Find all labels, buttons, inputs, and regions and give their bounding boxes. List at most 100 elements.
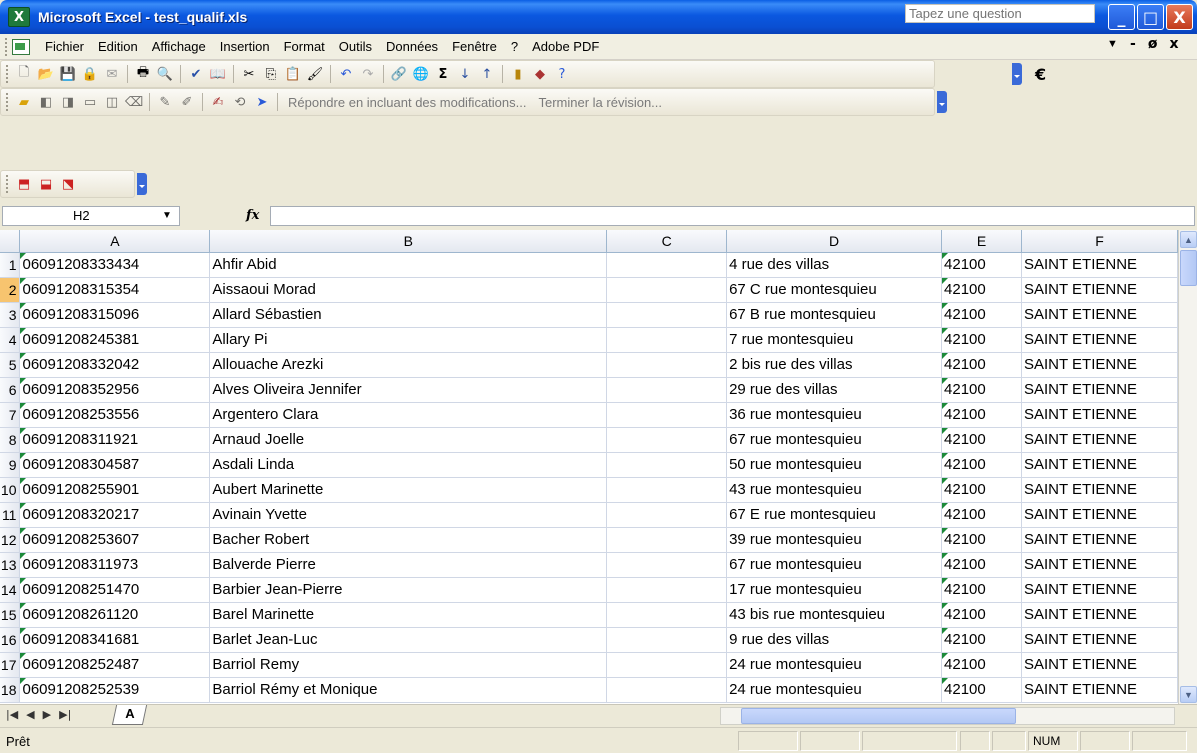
cell-f[interactable]: SAINT ETIENNE — [1021, 627, 1178, 653]
cell-c[interactable] — [606, 627, 728, 653]
cell-c[interactable] — [606, 352, 728, 378]
delete-ink-icon[interactable]: ✐ — [179, 94, 195, 110]
next-comment-icon[interactable]: ◨ — [60, 94, 76, 110]
doc-restore-button[interactable]: ø — [1148, 36, 1158, 52]
cell-b[interactable]: Allard Sébastien — [209, 302, 608, 328]
menu-insertion[interactable]: Insertion — [213, 39, 277, 54]
row-header[interactable]: 10 — [0, 477, 21, 503]
cell-f[interactable]: SAINT ETIENNE — [1021, 502, 1178, 528]
cell-c[interactable] — [606, 477, 728, 503]
cell-e[interactable]: 42100 — [941, 677, 1022, 703]
cell-d[interactable]: 43 rue montesquieu — [726, 477, 943, 503]
cell-d[interactable]: 2 bis rue des villas — [726, 352, 943, 378]
cell-a[interactable]: 06091208320217 — [19, 502, 211, 528]
row-header[interactable]: 17 — [0, 652, 21, 678]
cell-e[interactable]: 42100 — [941, 427, 1022, 453]
column-header-e[interactable]: E — [941, 230, 1022, 253]
track-changes-icon[interactable]: ✍ — [210, 94, 226, 110]
cell-b[interactable]: Barbier Jean-Pierre — [209, 577, 608, 603]
menu-edition[interactable]: Edition — [91, 39, 145, 54]
close-button[interactable]: X — [1166, 4, 1193, 30]
pdf-email-icon[interactable]: ⬓ — [38, 176, 54, 192]
euro-icon[interactable]: € — [1035, 65, 1046, 84]
cell-b[interactable]: Barriol Remy — [209, 652, 608, 678]
sheet-tab-a[interactable]: A — [111, 705, 148, 725]
cell-f[interactable]: SAINT ETIENNE — [1021, 252, 1178, 278]
cell-e[interactable]: 42100 — [941, 602, 1022, 628]
open-icon[interactable]: 📂 — [38, 66, 54, 82]
copy-icon[interactable]: ⎘ — [263, 66, 279, 82]
toolbar-options-button[interactable] — [1012, 63, 1022, 85]
cell-e[interactable]: 42100 — [941, 477, 1022, 503]
row-header[interactable]: 9 — [0, 452, 21, 478]
cell-b[interactable]: Ahfir Abid — [209, 252, 608, 278]
hyperlink-icon[interactable]: 🔗 — [391, 66, 407, 82]
cell-b[interactable]: Barlet Jean-Luc — [209, 627, 608, 653]
cell-c[interactable] — [606, 602, 728, 628]
cell-b[interactable]: Argentero Clara — [209, 402, 608, 428]
cell-f[interactable]: SAINT ETIENNE — [1021, 277, 1178, 303]
cell-f[interactable]: SAINT ETIENNE — [1021, 527, 1178, 553]
cell-b[interactable]: Balverde Pierre — [209, 552, 608, 578]
drawing-icon[interactable]: ◆ — [532, 66, 548, 82]
cell-f[interactable]: SAINT ETIENNE — [1021, 477, 1178, 503]
cell-e[interactable]: 42100 — [941, 302, 1022, 328]
cell-a[interactable]: 06091208252487 — [19, 652, 211, 678]
cell-e[interactable]: 42100 — [941, 502, 1022, 528]
row-header[interactable]: 2 — [0, 277, 21, 303]
cell-b[interactable]: Aissaoui Morad — [209, 277, 608, 303]
cell-a[interactable]: 06091208311921 — [19, 427, 211, 453]
cell-f[interactable]: SAINT ETIENNE — [1021, 602, 1178, 628]
first-sheet-icon[interactable]: |◀ — [6, 708, 18, 721]
format-painter-icon[interactable]: 🖌 — [307, 66, 324, 82]
cell-d[interactable]: 67 rue montesquieu — [726, 427, 943, 453]
cell-d[interactable]: 24 rue montesquieu — [726, 677, 943, 703]
menu-donnees[interactable]: Données — [379, 39, 445, 54]
row-header[interactable]: 6 — [0, 377, 21, 403]
cell-d[interactable]: 7 rue montesquieu — [726, 327, 943, 353]
research-icon[interactable]: 📖 — [210, 66, 226, 82]
excel-app-icon[interactable]: X — [8, 7, 30, 27]
cell-f[interactable]: SAINT ETIENNE — [1021, 652, 1178, 678]
cell-a[interactable]: 06091208253607 — [19, 527, 211, 553]
horizontal-scrollbar[interactable] — [720, 707, 1175, 725]
new-comment-icon[interactable]: ▰ — [16, 94, 32, 110]
row-header[interactable]: 11 — [0, 502, 21, 528]
show-comment-icon[interactable]: ▭ — [82, 94, 98, 110]
column-header-d[interactable]: D — [726, 230, 943, 253]
workbook-icon[interactable] — [12, 38, 30, 55]
redo-icon[interactable]: ↷ — [360, 66, 376, 82]
email-icon[interactable]: ✉ — [104, 66, 120, 82]
menu-help[interactable]: ? — [504, 39, 525, 54]
spelling-icon[interactable]: ✔ — [188, 66, 204, 82]
cell-c[interactable] — [606, 302, 728, 328]
cell-a[interactable]: 06091208352956 — [19, 377, 211, 403]
help-question-input[interactable] — [905, 4, 1095, 23]
insert-function-icon[interactable]: fx — [246, 208, 259, 223]
menu-outils[interactable]: Outils — [332, 39, 379, 54]
cell-b[interactable]: Avinain Yvette — [209, 502, 608, 528]
sum-icon[interactable]: Σ — [435, 66, 451, 82]
cell-c[interactable] — [606, 452, 728, 478]
row-header[interactable]: 15 — [0, 602, 21, 628]
cell-c[interactable] — [606, 527, 728, 553]
cell-f[interactable]: SAINT ETIENNE — [1021, 577, 1178, 603]
cell-f[interactable]: SAINT ETIENNE — [1021, 302, 1178, 328]
show-all-comments-icon[interactable]: ◫ — [104, 94, 120, 110]
row-header[interactable]: 14 — [0, 577, 21, 603]
row-header[interactable]: 18 — [0, 677, 21, 703]
cell-a[interactable]: 06091208255901 — [19, 477, 211, 503]
horizontal-scroll-thumb[interactable] — [741, 708, 1016, 724]
cell-e[interactable]: 42100 — [941, 277, 1022, 303]
cell-e[interactable]: 42100 — [941, 377, 1022, 403]
paste-icon[interactable]: 📋 — [285, 66, 301, 82]
maximize-button[interactable]: □ — [1137, 4, 1164, 30]
name-box[interactable]: H2 — [2, 206, 180, 226]
cell-c[interactable] — [606, 252, 728, 278]
cell-c[interactable] — [606, 552, 728, 578]
cell-d[interactable]: 36 rue montesquieu — [726, 402, 943, 428]
scroll-up-button[interactable]: ▲ — [1180, 231, 1197, 248]
ink-icon[interactable]: ✎ — [157, 94, 173, 110]
help-icon[interactable]: ? — [554, 66, 570, 82]
cell-a[interactable]: 06091208253556 — [19, 402, 211, 428]
